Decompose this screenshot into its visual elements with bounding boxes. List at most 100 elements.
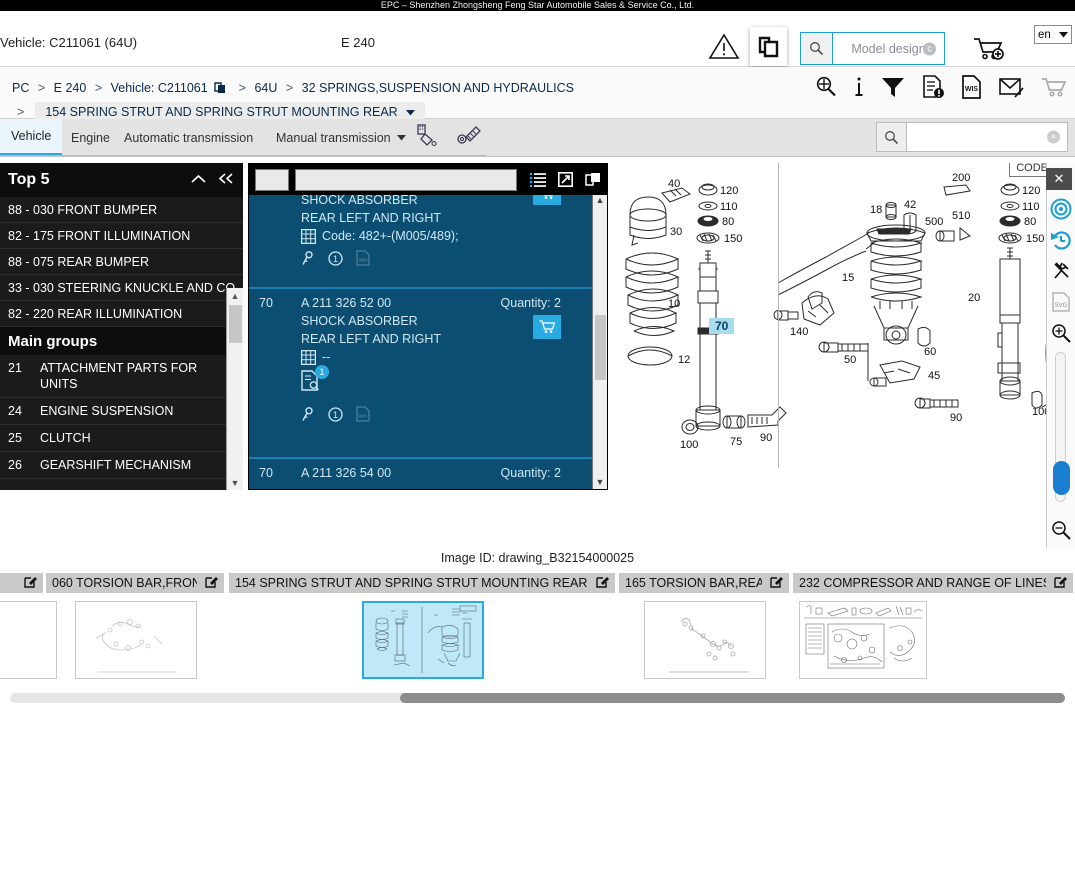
breadcrumb-item-model[interactable]: E 240 <box>54 81 87 95</box>
sidebar-item-group-21[interactable]: 21 ATTACHMENT PARTS FOR UNITS <box>0 355 243 398</box>
thumbnail-label[interactable]: 060 TORSION BAR,FRONT <box>46 573 226 593</box>
scroll-up-arrow[interactable]: ▲ <box>227 288 243 303</box>
tab-engine[interactable]: Engine <box>60 119 121 156</box>
wis-document-icon[interactable]: WIS <box>961 75 983 104</box>
svg-text:10: 10 <box>668 298 680 310</box>
edit-pencil-icon[interactable] <box>596 575 609 591</box>
sidebar-item-group-25[interactable]: 25 CLUTCH <box>0 425 243 452</box>
scroll-thumb[interactable] <box>400 693 1065 703</box>
paint-fill-icon[interactable] <box>414 123 440 154</box>
double-chevron-left-icon[interactable] <box>217 172 235 189</box>
vehicle-copy-icon[interactable] <box>214 81 227 97</box>
svg-text:20: 20 <box>968 292 980 304</box>
scroll-up-arrow[interactable]: ▲ <box>593 195 607 209</box>
global-search-input[interactable]: × <box>907 123 1067 151</box>
thumbnail-label[interactable]: ...ONT <box>0 573 45 593</box>
table-row[interactable]: 70 A 211 326 54 00 Quantity: 2 <box>249 459 607 489</box>
zoom-in-icon[interactable] <box>1050 322 1072 344</box>
scroll-thumb[interactable] <box>595 315 606 380</box>
part-code-text: Code: 482+-(M005/489); <box>322 229 459 243</box>
edit-pencil-icon[interactable] <box>1054 575 1067 591</box>
model-design-clear-icon[interactable]: c <box>923 42 936 55</box>
cart-add-icon[interactable] <box>972 35 1006 63</box>
document-alert-icon[interactable] <box>922 75 945 104</box>
breadcrumb-item-group[interactable]: 32 SPRINGS,SUSPENSION AND HYDRAULICS <box>302 81 574 95</box>
tab-vehicle[interactable]: Vehicle <box>0 119 63 156</box>
sidebar-item-group-24[interactable]: 24 ENGINE SUSPENSION <box>0 398 243 425</box>
mail-edit-icon[interactable] <box>999 76 1025 103</box>
table-row[interactable]: SHOCK ABSORBER REAR LEFT AND RIGHT Code:… <box>249 195 607 289</box>
sidebar-item-top5-0[interactable]: 88 - 030 FRONT BUMPER <box>0 197 243 223</box>
thumbnail-image[interactable] <box>799 601 927 679</box>
zoom-slider-knob[interactable] <box>1053 461 1070 495</box>
thumbnail-cell-0[interactable]: ...ONT <box>0 573 57 683</box>
edit-pencil-icon[interactable] <box>770 575 783 591</box>
target-icon[interactable] <box>1050 198 1072 220</box>
sidebar-item-top5-1[interactable]: 82 - 175 FRONT ILLUMINATION <box>0 223 243 249</box>
thumbnail-label[interactable]: 165 TORSION BAR,REAR <box>619 573 791 593</box>
part-document-icon[interactable]: 1 <box>301 365 329 392</box>
search-icon <box>877 123 907 151</box>
warning-triangle-icon[interactable] <box>708 32 740 60</box>
highlighted-callout-70[interactable]: 70 <box>709 318 735 334</box>
sidebar-item-group-26[interactable]: 26 GEARSHIFT MECHANISM <box>0 452 243 479</box>
info-icon[interactable] <box>854 75 864 104</box>
breadcrumb-item-code[interactable]: 64U <box>254 81 277 95</box>
copy-icon[interactable] <box>585 172 601 187</box>
model-design-input[interactable]: Model design c <box>833 33 944 64</box>
tab-manual-transmission[interactable]: Manual transmission <box>265 119 417 156</box>
sidebar-item-top5-2[interactable]: 88 - 075 REAR BUMPER <box>0 249 243 275</box>
svg-text:500: 500 <box>925 216 943 228</box>
drawing-viewport[interactable]: CODE 120 110 80 150 40 30 10 12 75 90 10… <box>612 163 1075 490</box>
scroll-down-arrow[interactable]: ▼ <box>227 475 243 490</box>
thumbnail-image[interactable] <box>75 601 197 679</box>
thumbnail-image[interactable] <box>362 601 484 679</box>
scroll-down-arrow[interactable]: ▼ <box>593 477 607 489</box>
thumbnail-cell-3[interactable]: 165 TORSION BAR,REAR <box>619 573 791 683</box>
thumbnail-cell-1[interactable]: 060 TORSION BAR,FRONT <box>46 573 226 683</box>
key-icon[interactable] <box>301 406 315 427</box>
parts-list-toolbar <box>249 164 607 195</box>
zoom-search-icon[interactable] <box>814 75 838 104</box>
add-to-cart-button[interactable] <box>533 195 561 205</box>
add-to-cart-button[interactable] <box>533 315 561 339</box>
thumbnail-label[interactable]: 232 COMPRESSOR AND RANGE OF LINES <box>793 573 1075 593</box>
zoom-out-icon[interactable] <box>1050 519 1072 546</box>
zoom-slider[interactable] <box>1053 352 1070 502</box>
sidebar-item-top5-3[interactable]: 33 - 030 STEERING KNUCKLE AND CO... <box>0 275 243 301</box>
circled-one-icon[interactable]: 1 <box>328 406 343 427</box>
copy-documents-icon[interactable] <box>750 27 787 66</box>
breadcrumb-item-pc[interactable]: PC <box>12 81 29 95</box>
thumbnail-cell-4[interactable]: 232 COMPRESSOR AND RANGE OF LINES <box>793 573 1075 683</box>
sidebar-item-top5-4[interactable]: 82 - 220 REAR ILLUMINATION <box>0 301 243 327</box>
table-row[interactable]: 70 A 211 326 52 00 Quantity: 2 SHOCK ABS… <box>249 289 607 459</box>
thumbnail-image[interactable] <box>644 601 766 679</box>
parts-filter-box[interactable] <box>255 168 289 191</box>
breadcrumb-item-vehicle[interactable]: Vehicle: C211061 <box>111 81 208 95</box>
key-icon[interactable] <box>301 250 315 271</box>
edit-pencil-icon[interactable] <box>205 575 218 591</box>
global-search-clear-icon[interactable]: × <box>1047 130 1060 144</box>
scroll-thumb[interactable] <box>229 305 242 343</box>
history-undo-icon[interactable] <box>1050 229 1072 251</box>
parts-search-input[interactable] <box>295 168 517 191</box>
circled-one-icon[interactable]: 1 <box>328 250 343 271</box>
chevron-up-icon[interactable] <box>190 172 207 189</box>
pin-off-icon[interactable] <box>1050 260 1072 282</box>
thumbnail-cell-2[interactable]: 154 SPRING STRUT AND SPRING STRUT MOUNTI… <box>229 573 617 683</box>
global-search[interactable]: × <box>876 122 1068 152</box>
list-view-icon[interactable] <box>529 172 546 187</box>
model-design-search[interactable]: Model design c <box>800 32 945 65</box>
tab-automatic-transmission[interactable]: Automatic transmission <box>113 119 264 156</box>
bolt-screw-icon[interactable] <box>456 123 482 154</box>
svg-text:40: 40 <box>668 178 680 190</box>
expand-icon[interactable] <box>558 172 573 187</box>
sidebar-scrollbar[interactable]: ▲ ▼ <box>226 288 243 490</box>
thumbnail-label[interactable]: 154 SPRING STRUT AND SPRING STRUT MOUNTI… <box>229 573 617 593</box>
close-icon[interactable]: ✕ <box>1046 168 1072 190</box>
filter-funnel-icon[interactable] <box>880 75 906 104</box>
language-selector[interactable]: en <box>1034 25 1072 44</box>
edit-pencil-icon[interactable] <box>24 575 37 591</box>
thumbnail-horizontal-scrollbar[interactable] <box>10 693 1065 703</box>
parts-list-scrollbar[interactable]: ▲ ▼ <box>592 195 607 489</box>
